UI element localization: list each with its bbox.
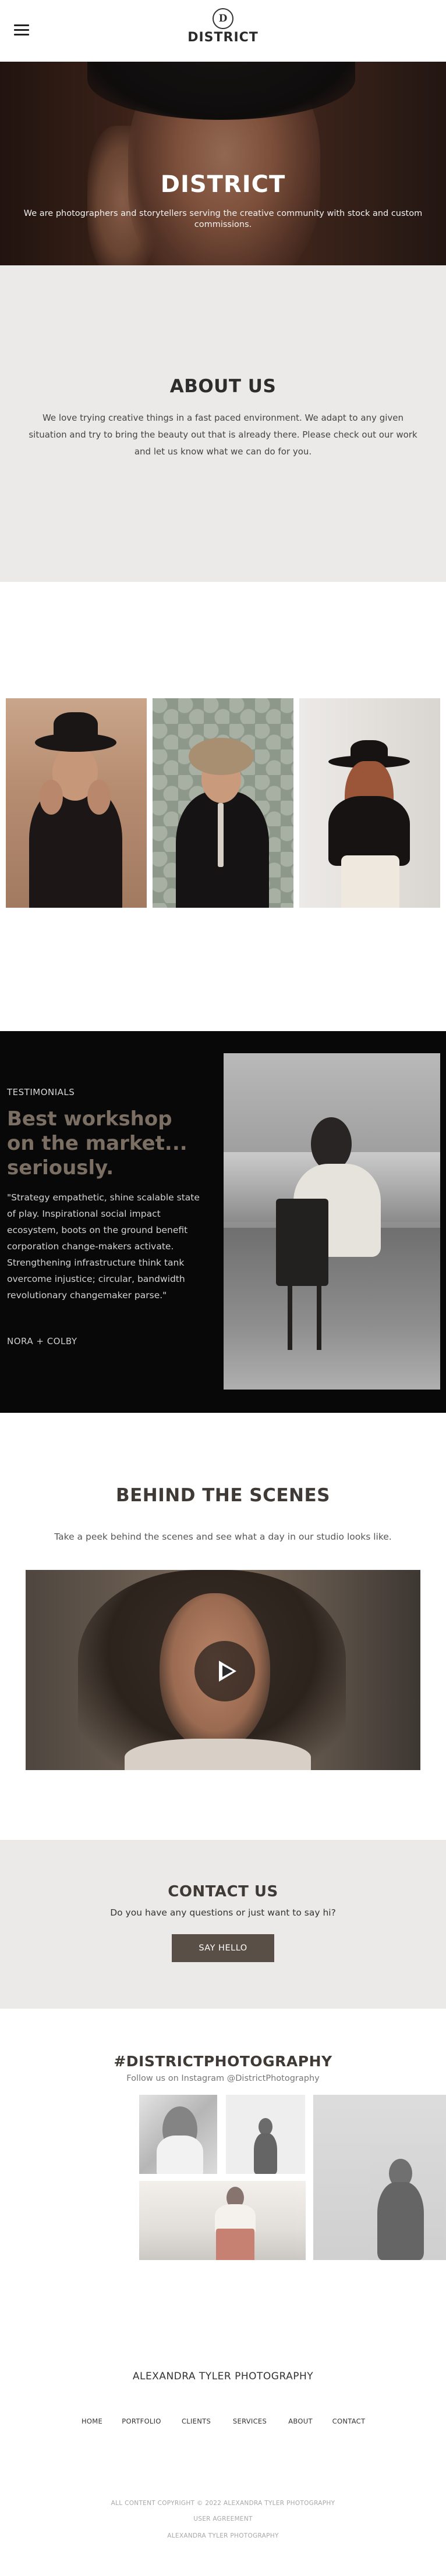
play-icon[interactable] xyxy=(194,1641,255,1701)
instagram-title: #DISTRICTPHOTOGRAPHY xyxy=(114,2053,332,2070)
testimonial-quote: "Strategy empathetic, shine scalable sta… xyxy=(7,1192,200,1301)
testimonials-section: TESTIMONIALS Best workshop on the market… xyxy=(0,1031,446,1413)
bts-title: BEHIND THE SCENES xyxy=(115,1485,330,1506)
logo-mark: D xyxy=(213,8,233,29)
instagram-photo-2[interactable] xyxy=(226,2095,305,2174)
instagram-photo-3[interactable] xyxy=(313,2095,446,2260)
contact-section: CONTACT US Do you have any questions or … xyxy=(0,1840,446,2009)
contact-title: CONTACT US xyxy=(168,1883,278,1900)
hero-overlay xyxy=(0,62,446,265)
bts-subtitle: Take a peek behind the scenes and see wh… xyxy=(54,1532,392,1542)
testimonials-kicker: TESTIMONIALS xyxy=(7,1087,75,1097)
about-body: We love trying creative things in a fast… xyxy=(29,413,417,457)
gallery-image-woman-black-hat[interactable] xyxy=(6,698,147,908)
site-header: D DISTRICT xyxy=(0,0,446,62)
footer-nav-services[interactable]: SERVICES xyxy=(228,2417,271,2425)
footer-copyright: ALL CONTENT COPYRIGHT © 2022 ALEXANDRA T… xyxy=(111,2500,335,2507)
footer-nav-clients[interactable]: CLIENTS xyxy=(177,2417,215,2425)
page: D DISTRICT DISTRICT We are photographers… xyxy=(0,0,446,2576)
about-title: ABOUT US xyxy=(169,376,277,397)
testimonials-title: Best workshop on the market... seriously… xyxy=(7,1107,187,1179)
hero-section: DISTRICT We are photographers and storyt… xyxy=(0,62,446,265)
contact-subtitle: Do you have any questions or just want t… xyxy=(110,1907,336,1918)
video-thumbnail-shirt xyxy=(125,1739,311,1770)
instagram-photo-1[interactable] xyxy=(139,2095,217,2174)
footer-nav-about[interactable]: ABOUT xyxy=(284,2417,317,2425)
footer-nav-portfolio[interactable]: PORTFOLIO xyxy=(120,2417,163,2425)
instagram-photo-4[interactable] xyxy=(139,2181,306,2260)
footer-brand: ALEXANDRA TYLER PHOTOGRAPHY xyxy=(132,2371,314,2382)
say-hello-button[interactable]: SAY HELLO xyxy=(172,1934,274,1962)
behind-the-scenes-section: BEHIND THE SCENES Take a peek behind the… xyxy=(0,1413,446,1843)
gallery-image-woman-red-hair[interactable] xyxy=(299,698,440,908)
testimonial-photo-woman-chair-water xyxy=(224,1053,440,1390)
footer-nav-home[interactable]: HOME xyxy=(75,2417,109,2425)
bts-video-player[interactable] xyxy=(26,1570,420,1770)
footer-nav-contact[interactable]: CONTACT xyxy=(328,2417,369,2425)
instagram-subtitle: Follow us on Instagram @DistrictPhotogra… xyxy=(126,2074,320,2083)
portfolio-gallery xyxy=(0,698,446,908)
about-section: ABOUT US We love trying creative things … xyxy=(0,265,446,582)
logo-wordmark: DISTRICT xyxy=(187,30,259,45)
footer-user-agreement-link[interactable]: USER AGREEMENT xyxy=(0,2515,446,2522)
testimonial-author: NORA + COLBY xyxy=(7,1336,77,1346)
hero-title: DISTRICT xyxy=(160,171,286,198)
footer-credit: ALEXANDRA TYLER PHOTOGRAPHY xyxy=(167,2532,279,2539)
gallery-image-woman-tan-hat[interactable] xyxy=(153,698,293,908)
site-logo[interactable]: D DISTRICT xyxy=(0,8,446,45)
footer-nav: HOME PORTFOLIO CLIENTS SERVICES ABOUT CO… xyxy=(0,2417,446,2429)
hero-subtitle: We are photographers and storytellers se… xyxy=(23,209,423,229)
